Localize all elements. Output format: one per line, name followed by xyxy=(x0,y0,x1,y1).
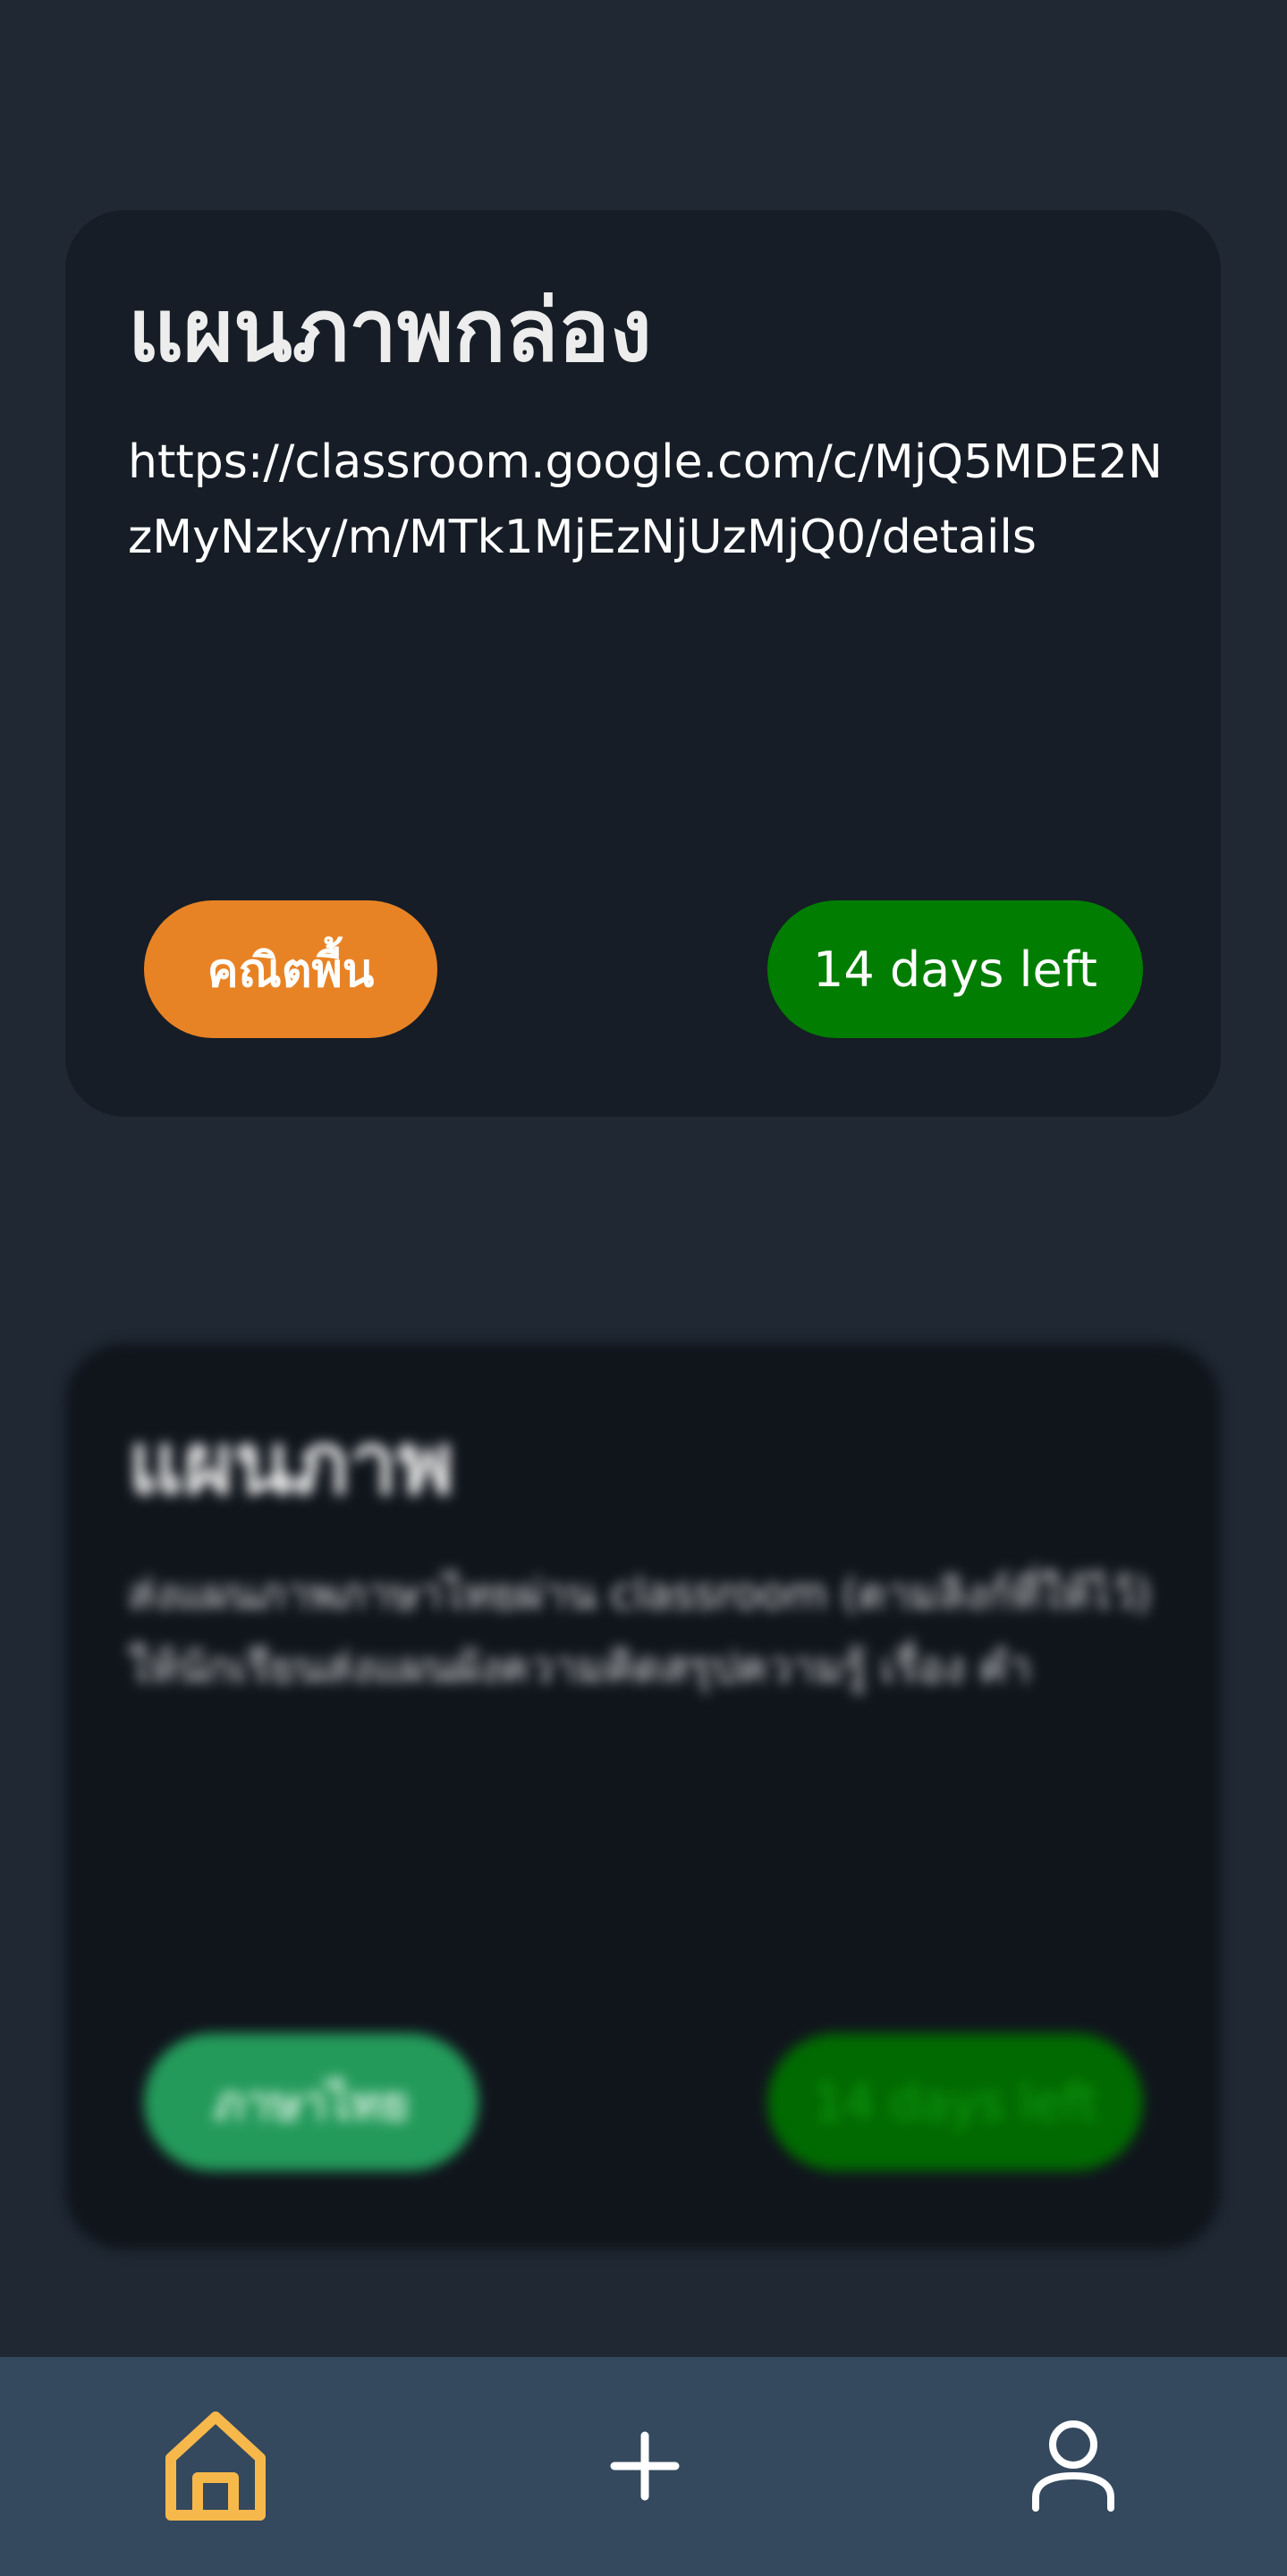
subject-tag: ภาษาไทย xyxy=(144,2033,478,2171)
assignment-card-blurred[interactable]: แผนภาพ ส่งแผนภาพภาษาไทยผ่าน classroom (ต… xyxy=(65,1343,1221,2250)
card-description: https://classroom.google.com/c/MjQ5MDE2N… xyxy=(128,435,1163,564)
plus-icon xyxy=(610,2431,680,2501)
subject-tag: คณิตพื้น xyxy=(144,900,437,1038)
bottom-nav xyxy=(0,2357,1287,2576)
card-title: แผนภาพ xyxy=(128,1414,454,1514)
nav-home-button[interactable] xyxy=(153,2403,278,2529)
assignment-card[interactable]: แผนภาพกล่อง https://classroom.google.com… xyxy=(65,210,1221,1117)
card-title: แผนภาพกล่อง xyxy=(128,281,652,381)
screen: แผนภาพกล่อง https://classroom.google.com… xyxy=(0,0,1287,2576)
nav-add-button[interactable] xyxy=(582,2403,707,2529)
due-badge: 14 days left xyxy=(767,2033,1143,2171)
card-description: ส่งแผนภาพภาษาไทยผ่าน classroom (ตามลิงก์… xyxy=(128,1569,1152,1693)
due-badge: 14 days left xyxy=(767,900,1143,1038)
home-icon xyxy=(165,2411,266,2521)
user-icon xyxy=(1032,2420,1114,2512)
nav-profile-button[interactable] xyxy=(1011,2403,1136,2529)
